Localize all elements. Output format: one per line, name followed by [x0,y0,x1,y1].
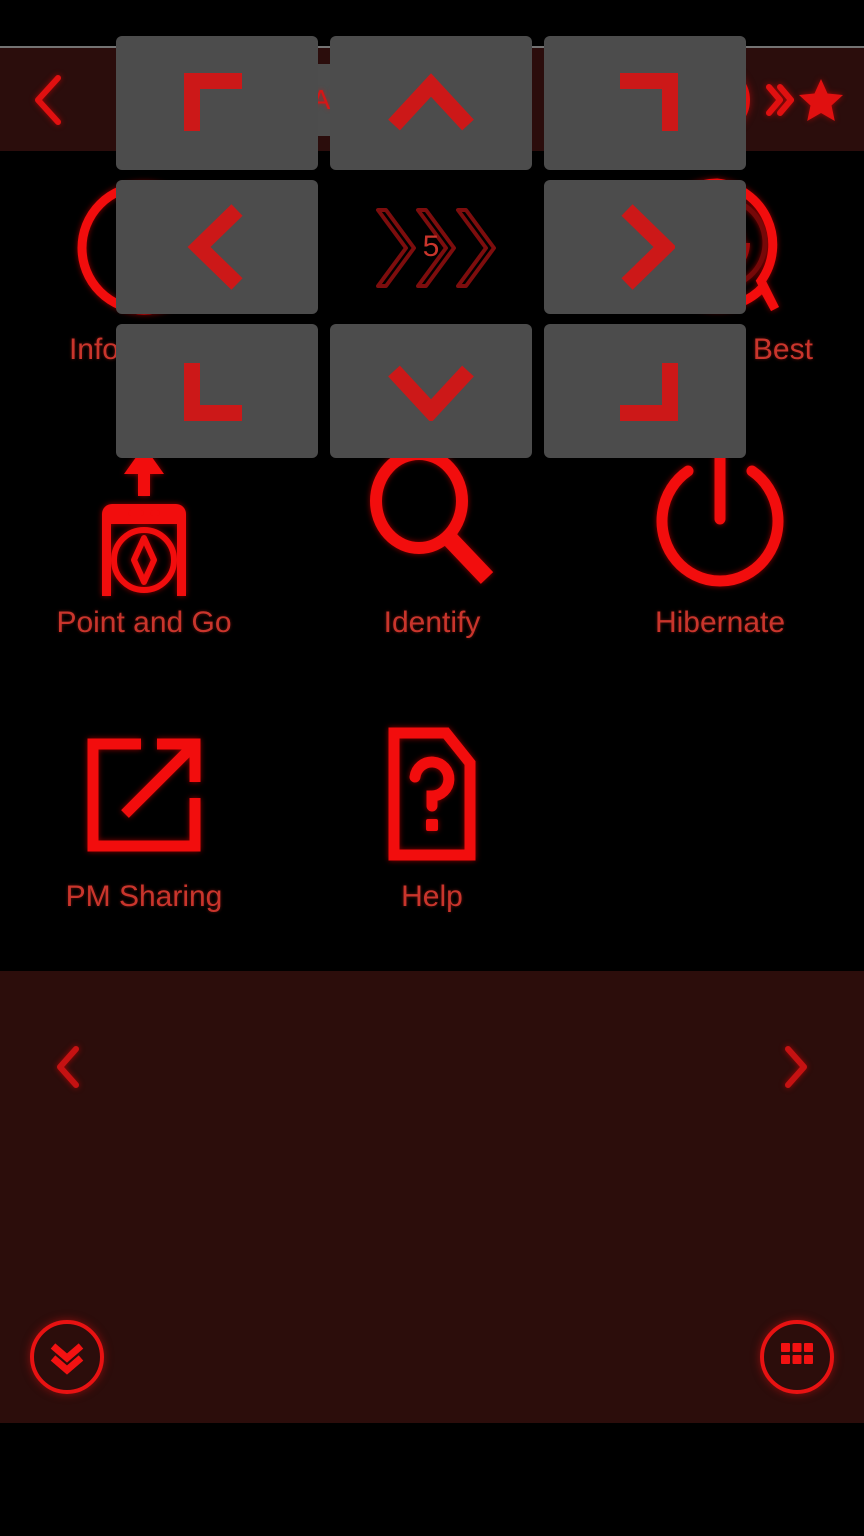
chevron-right-icon [785,1046,807,1088]
menu-label-identify: Identify [383,606,481,640]
menu-label-hibernate: Hibernate [654,606,786,640]
pm-sharing-icon-wrap [0,720,288,870]
bottom-blank-area [0,1423,864,1536]
double-chevron-right-icon [766,83,794,116]
favorites-button[interactable] [764,75,846,125]
menu-item-point-and-go[interactable]: Point and Go [0,424,288,697]
chevron-up-icon [388,73,474,131]
point-and-go-icon-wrap [0,445,288,596]
dpad-grid: 5 [116,36,746,458]
dpad-down-button[interactable] [330,324,532,458]
dpad-down-left-button[interactable] [116,324,318,458]
help-icon-wrap [288,720,576,870]
dpad-next-button[interactable] [764,1035,828,1099]
menu-item-identify[interactable]: Identify [288,424,576,697]
dpad-prev-button[interactable] [36,1035,100,1099]
star-icon [799,78,843,121]
dpad-down-right-button[interactable] [544,324,746,458]
dpad-up-button[interactable] [330,36,532,170]
power-icon [656,451,784,587]
chevron-left-icon [57,1046,79,1088]
question-doc-icon [388,727,476,861]
menu-label-pm-sharing: PM Sharing [65,879,223,913]
corner-bottom-right-icon [620,363,678,421]
chevron-right-icon [621,204,675,290]
grid-keypad-icon [781,1343,813,1364]
identify-icon-wrap [288,446,576,596]
menu-label-help: Help [401,879,463,913]
hibernate-icon-wrap [576,446,864,596]
phone-compass-icon [102,445,186,596]
keypad-button[interactable] [760,1320,834,1394]
chevron-left-icon [35,74,61,125]
external-link-icon [87,738,201,852]
menu-label-point-and-go: Point and Go [56,606,232,640]
double-chevron-down-icon [50,1343,84,1375]
menu-item-pm-sharing[interactable]: PM Sharing [0,698,288,971]
app-root: Alt-Az Mode [0,0,864,1536]
menu-item-help[interactable]: Help [288,698,576,971]
dpad-up-left-button[interactable] [116,36,318,170]
chevron-down-icon [388,365,474,421]
dpad-panel [0,971,864,1423]
back-button[interactable] [0,48,96,151]
magnifier-icon [370,448,494,585]
corner-bottom-left-icon [184,363,242,421]
collapse-panel-button[interactable] [30,1320,104,1394]
menu-item-hibernate[interactable]: Hibernate [576,424,864,697]
chevron-left-icon [187,204,243,290]
dpad-left-button[interactable] [116,180,318,314]
corner-top-right-icon [620,73,678,131]
corner-top-left-icon [184,73,242,131]
dpad-up-right-button[interactable] [544,36,746,170]
dpad-right-button[interactable] [544,180,746,314]
dpad-speed-value[interactable]: 5 [330,180,532,314]
